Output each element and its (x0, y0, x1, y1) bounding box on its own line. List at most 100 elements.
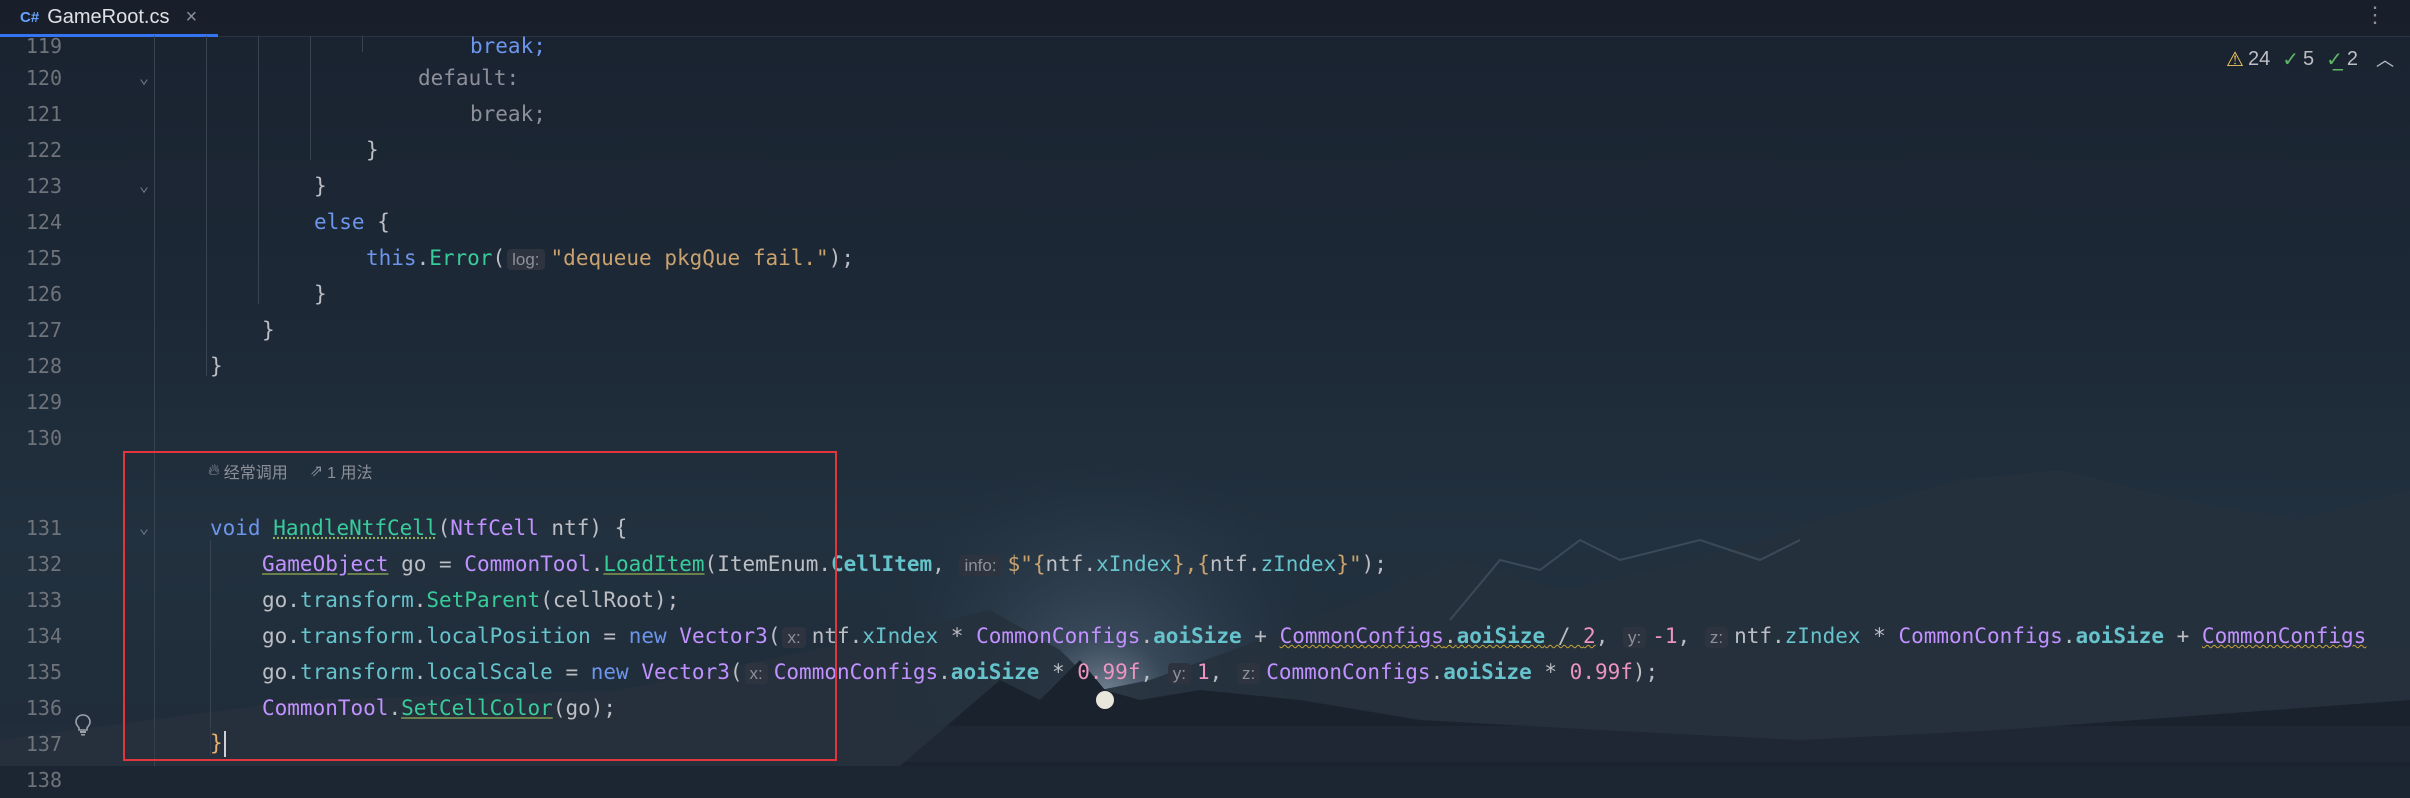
line-number: 119 (25, 34, 62, 58)
class-name[interactable]: CommonConfigs (1898, 624, 2062, 648)
code-text: } (262, 318, 275, 342)
line-number: 133 (25, 588, 62, 612)
fold-chevron-icon[interactable]: ⌄ (134, 68, 154, 88)
code-text: default: (418, 66, 520, 90)
line-number: 120 (25, 66, 62, 90)
code-token: ); (828, 246, 854, 270)
code-token: * (1860, 624, 1899, 648)
line-number: 135 (25, 660, 62, 684)
line-number: 127 (25, 318, 62, 342)
code-text: break; (470, 34, 546, 58)
parameter-hint: y: (1167, 663, 1191, 684)
number-literal: 0.99f (1077, 660, 1141, 684)
code-token: { (364, 210, 390, 234)
code-token: + (2163, 624, 2202, 648)
code-text: } (366, 138, 379, 162)
class-name[interactable]: CommonConfigs (976, 624, 1140, 648)
code-token: ); (1632, 660, 1659, 684)
line-number: 125 (25, 246, 62, 270)
code-line-124: 124 else { (0, 204, 2410, 240)
close-tab-icon[interactable]: × (185, 6, 197, 29)
keyword: else (314, 210, 365, 234)
parameter-hint: z: (1704, 627, 1729, 648)
code-line-120: 120 ⌄ default: (0, 60, 2410, 96)
line-number: 134 (25, 624, 62, 648)
code-line-123: 123 ⌄ } (0, 168, 2410, 204)
property-name: zIndex (1260, 552, 1337, 576)
code-token: , (1140, 660, 1166, 684)
code-token: . (1430, 660, 1444, 684)
field-name: aoiSize (1456, 624, 1546, 648)
line-number: 137 (25, 732, 62, 756)
code-line-119: 119 break; (0, 28, 2410, 64)
field-name: aoiSize (1153, 624, 1242, 648)
code-token: , (932, 552, 958, 576)
code-token: , (1595, 624, 1621, 648)
string-literal: $"{ (1007, 552, 1046, 576)
number-literal: 0.99f (1569, 660, 1633, 684)
code-text: } (314, 282, 327, 306)
property-name: xIndex (862, 624, 939, 648)
line-number: 138 (25, 768, 62, 792)
code-line-125: 125 this.Error(log: "dequeue pkgQue fail.… (0, 240, 2410, 276)
property-name: xIndex (1096, 552, 1172, 576)
code-text: break; (470, 102, 546, 126)
code-token: * (938, 624, 977, 648)
number-literal: 2 (1583, 624, 1596, 648)
code-token: ntf. (1734, 624, 1785, 648)
string-literal: }" (1336, 552, 1362, 576)
class-name[interactable]: CommonConfigs (2202, 624, 2366, 648)
code-line-128: 128 } (0, 348, 2410, 384)
code-line-126: 126 } (0, 276, 2410, 312)
code-token: * (1531, 660, 1570, 684)
number-literal: -1 (1652, 624, 1678, 648)
code-line-122: 122 } (0, 132, 2410, 168)
fold-chevron-icon[interactable]: ⌄ (134, 176, 154, 196)
code-token: ); (1361, 552, 1387, 576)
line-number: 126 (25, 282, 62, 306)
class-name[interactable]: CommonConfigs (1266, 660, 1430, 684)
line-number: 124 (25, 210, 62, 234)
code-text: } (210, 354, 223, 378)
tab-options-icon[interactable]: ⋮ (2364, 2, 2386, 28)
code-text: else { (314, 210, 390, 234)
line-number: 128 (25, 354, 62, 378)
code-line-127: 127 } (0, 312, 2410, 348)
method-name[interactable]: Error (429, 246, 492, 270)
parameter-hint: log: (507, 249, 545, 270)
line-number: 129 (25, 390, 62, 414)
code-token: . (2062, 624, 2076, 648)
line-number: 132 (25, 552, 62, 576)
enum-member[interactable]: CellItem (831, 552, 932, 576)
parameter-hint: y: (1623, 627, 1647, 648)
property-name: zIndex (1784, 624, 1861, 648)
code-token: / (1545, 624, 1584, 648)
lightbulb-icon[interactable] (74, 714, 94, 738)
string-literal: "dequeue pkgQue fail." (550, 246, 829, 270)
code-text: } (314, 174, 327, 198)
keyword: this (366, 246, 417, 270)
code-token: , (1677, 624, 1703, 648)
code-line-121: 121 break; (0, 96, 2410, 132)
code-token: ntf. (1209, 552, 1261, 576)
code-token: . (1443, 624, 1457, 648)
code-line-138: 138 (0, 762, 2410, 798)
line-number: 130 (25, 426, 62, 450)
code-token: ( (492, 246, 506, 270)
red-annotation-box (123, 451, 837, 761)
code-token: . (938, 660, 951, 684)
code-token: , (1209, 660, 1235, 684)
tab-title: GameRoot.cs (47, 5, 170, 28)
line-number: 136 (25, 696, 62, 720)
line-number: 131 (25, 516, 62, 540)
class-name[interactable]: CommonConfigs (1280, 624, 1444, 648)
code-line-129: 129 (0, 384, 2410, 420)
code-token: ntf. (1045, 552, 1097, 576)
line-number: 122 (25, 138, 62, 162)
parameter-hint: z: (1236, 663, 1261, 684)
line-number: 121 (25, 102, 62, 126)
code-token: + (1241, 624, 1280, 648)
string-literal: },{ (1171, 552, 1210, 576)
code-text: this.Error(log: "dequeue pkgQue fail."); (366, 246, 854, 270)
field-name: aoiSize (950, 660, 1040, 684)
